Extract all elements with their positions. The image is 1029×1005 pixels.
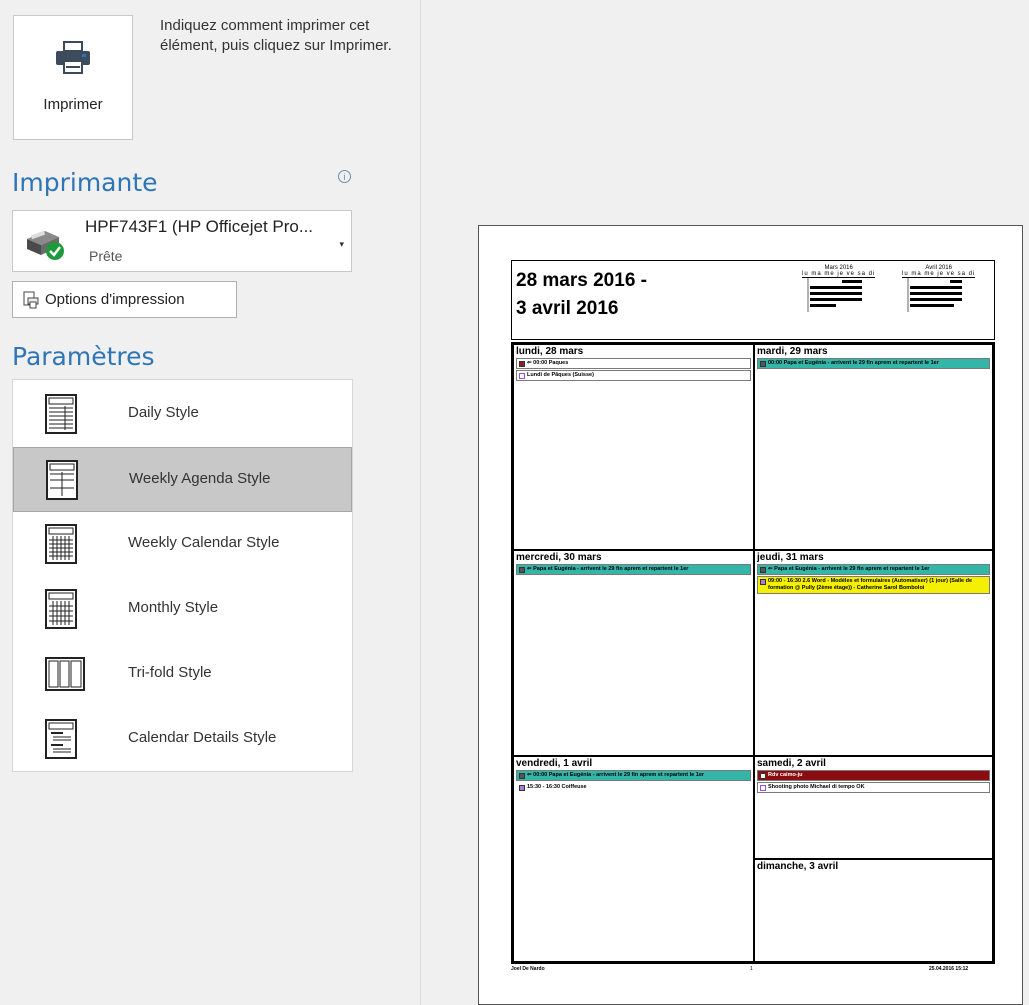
style-label: Weekly Calendar Style [128,534,280,551]
calendar-event: 15:30 - 16:30 Coiffeuse [516,782,751,793]
printer-icon [56,41,90,74]
week-range-line2: 3 avril 2016 [516,298,619,319]
calendar-header: 28 mars 2016 - 3 avril 2016 Mars 2016 lu… [511,260,995,340]
footer-author: Joel De Nardo [511,966,545,972]
calendar-event: Lundi de Pâques (Suisse) [516,370,751,381]
calendar-event: Shooting photo Michael di tempo OK [757,782,990,793]
week-range-line1: 28 mars 2016 - [516,270,647,291]
calendar-details-style-icon [45,719,77,759]
settings-section-title: Paramètres [12,342,155,371]
week-range-title: 28 mars 2016 - 3 avril 2016 [516,267,647,323]
day-cell-tuesday: mardi, 29 mars 00:00 Papa et Eugénia - a… [754,344,993,550]
style-label: Calendar Details Style [128,729,277,746]
mini-calendar-dow: lu ma me je ve sa di [802,271,876,278]
weekly-calendar-style-icon [45,524,77,564]
mini-calendar-dow: lu ma me je ve sa di [902,271,976,278]
printer-status: Prête [89,248,123,264]
day-label: mercredi, 30 mars [516,552,602,563]
print-options-panel: Imprimer Indiquez comment imprimer cet é… [0,0,420,1005]
calendar-event: 00:00 Papa et Eugénia - arrivent le 29 f… [757,358,990,369]
weekly-agenda-style-icon [46,460,78,500]
footer-page-number: 1 [750,966,753,972]
printer-name: HPF743F1 (HP Officejet Pro... [85,217,314,236]
mini-calendar-days-graphic [907,278,962,312]
mini-calendar-march: Mars 2016 lu ma me je ve sa di [802,265,876,314]
style-item-trifold[interactable]: Tri-fold Style [13,642,352,707]
trifold-style-icon [45,657,85,691]
mini-calendar-days-graphic [807,278,862,312]
print-button[interactable]: Imprimer [13,15,133,140]
mini-calendar-april: Avril 2016 lu ma me je ve sa di [902,265,976,314]
chevron-down-icon: ▾ [339,239,344,249]
info-icon[interactable]: i [338,170,351,183]
day-label: jeudi, 31 mars [757,552,824,563]
style-item-daily[interactable]: Daily Style [13,382,352,447]
style-label: Daily Style [128,404,199,421]
calendar-event: Rdv caimo-ju [757,770,990,781]
day-cell-wednesday: mercredi, 30 mars ⇐ Papa et Eugénia - ar… [513,550,754,756]
calendar-event: ⇐ Papa et Eugénia - arrivent le 29 fin a… [757,564,990,575]
print-options-button[interactable]: Options d'impression [12,281,237,318]
style-item-calendar-details[interactable]: Calendar Details Style [13,707,352,772]
printer-section-title: Imprimante [12,168,158,197]
style-label: Monthly Style [128,599,219,616]
printer-select[interactable]: HPF743F1 (HP Officejet Pro... Prête ▾ [12,210,352,272]
print-instructions: Indiquez comment imprimer cet élément, p… [160,17,392,54]
day-cell-monday: lundi, 28 mars ⇐ 00:00 Paques Lundi de P… [513,344,754,550]
print-options-label: Options d'impression [45,291,185,308]
style-label: Tri-fold Style [128,664,212,681]
day-cell-sunday: dimanche, 3 avril [754,859,993,962]
day-label: samedi, 2 avril [757,758,826,769]
day-label: vendredi, 1 avril [516,758,593,769]
footer-timestamp: 25.04.2016 15:12 [929,966,969,972]
week-grid: lundi, 28 mars ⇐ 00:00 Paques Lundi de P… [511,342,995,964]
day-cell-thursday: jeudi, 31 mars ⇐ Papa et Eugénia - arriv… [754,550,993,756]
style-item-monthly[interactable]: Monthly Style [13,577,352,642]
style-item-weekly-calendar[interactable]: Weekly Calendar Style [13,512,352,577]
day-label: mardi, 29 mars [757,346,828,357]
print-button-label: Imprimer [43,96,103,113]
daily-style-icon [45,394,77,434]
calendar-event: ⇐ 00:00 Paques [516,358,751,369]
print-preview-page: 28 mars 2016 - 3 avril 2016 Mars 2016 lu… [478,225,1023,1005]
print-style-list: Daily Style Weekly Agenda Style Weekly C… [12,379,353,772]
day-label: dimanche, 3 avril [757,861,839,872]
day-label: lundi, 28 mars [516,346,584,357]
calendar-event: ⇐ Papa et Eugénia - arrivent le 29 fin a… [516,564,751,575]
calendar-event: ⇐ 00:00 Papa et Eugénia - arrivent le 29… [516,770,751,781]
monthly-style-icon [45,589,77,629]
day-cell-friday: vendredi, 1 avril ⇐ 00:00 Papa et Eugéni… [513,756,754,962]
printer-ready-icon [27,230,64,260]
print-options-icon [23,291,39,309]
day-cell-saturday: samedi, 2 avril Rdv caimo-ju Shooting ph… [754,756,993,859]
style-item-weekly-agenda[interactable]: Weekly Agenda Style [13,447,352,512]
calendar-event: 09:00 - 16:30 2.6 Word - Modèles et form… [757,576,990,594]
style-label: Weekly Agenda Style [129,470,271,487]
